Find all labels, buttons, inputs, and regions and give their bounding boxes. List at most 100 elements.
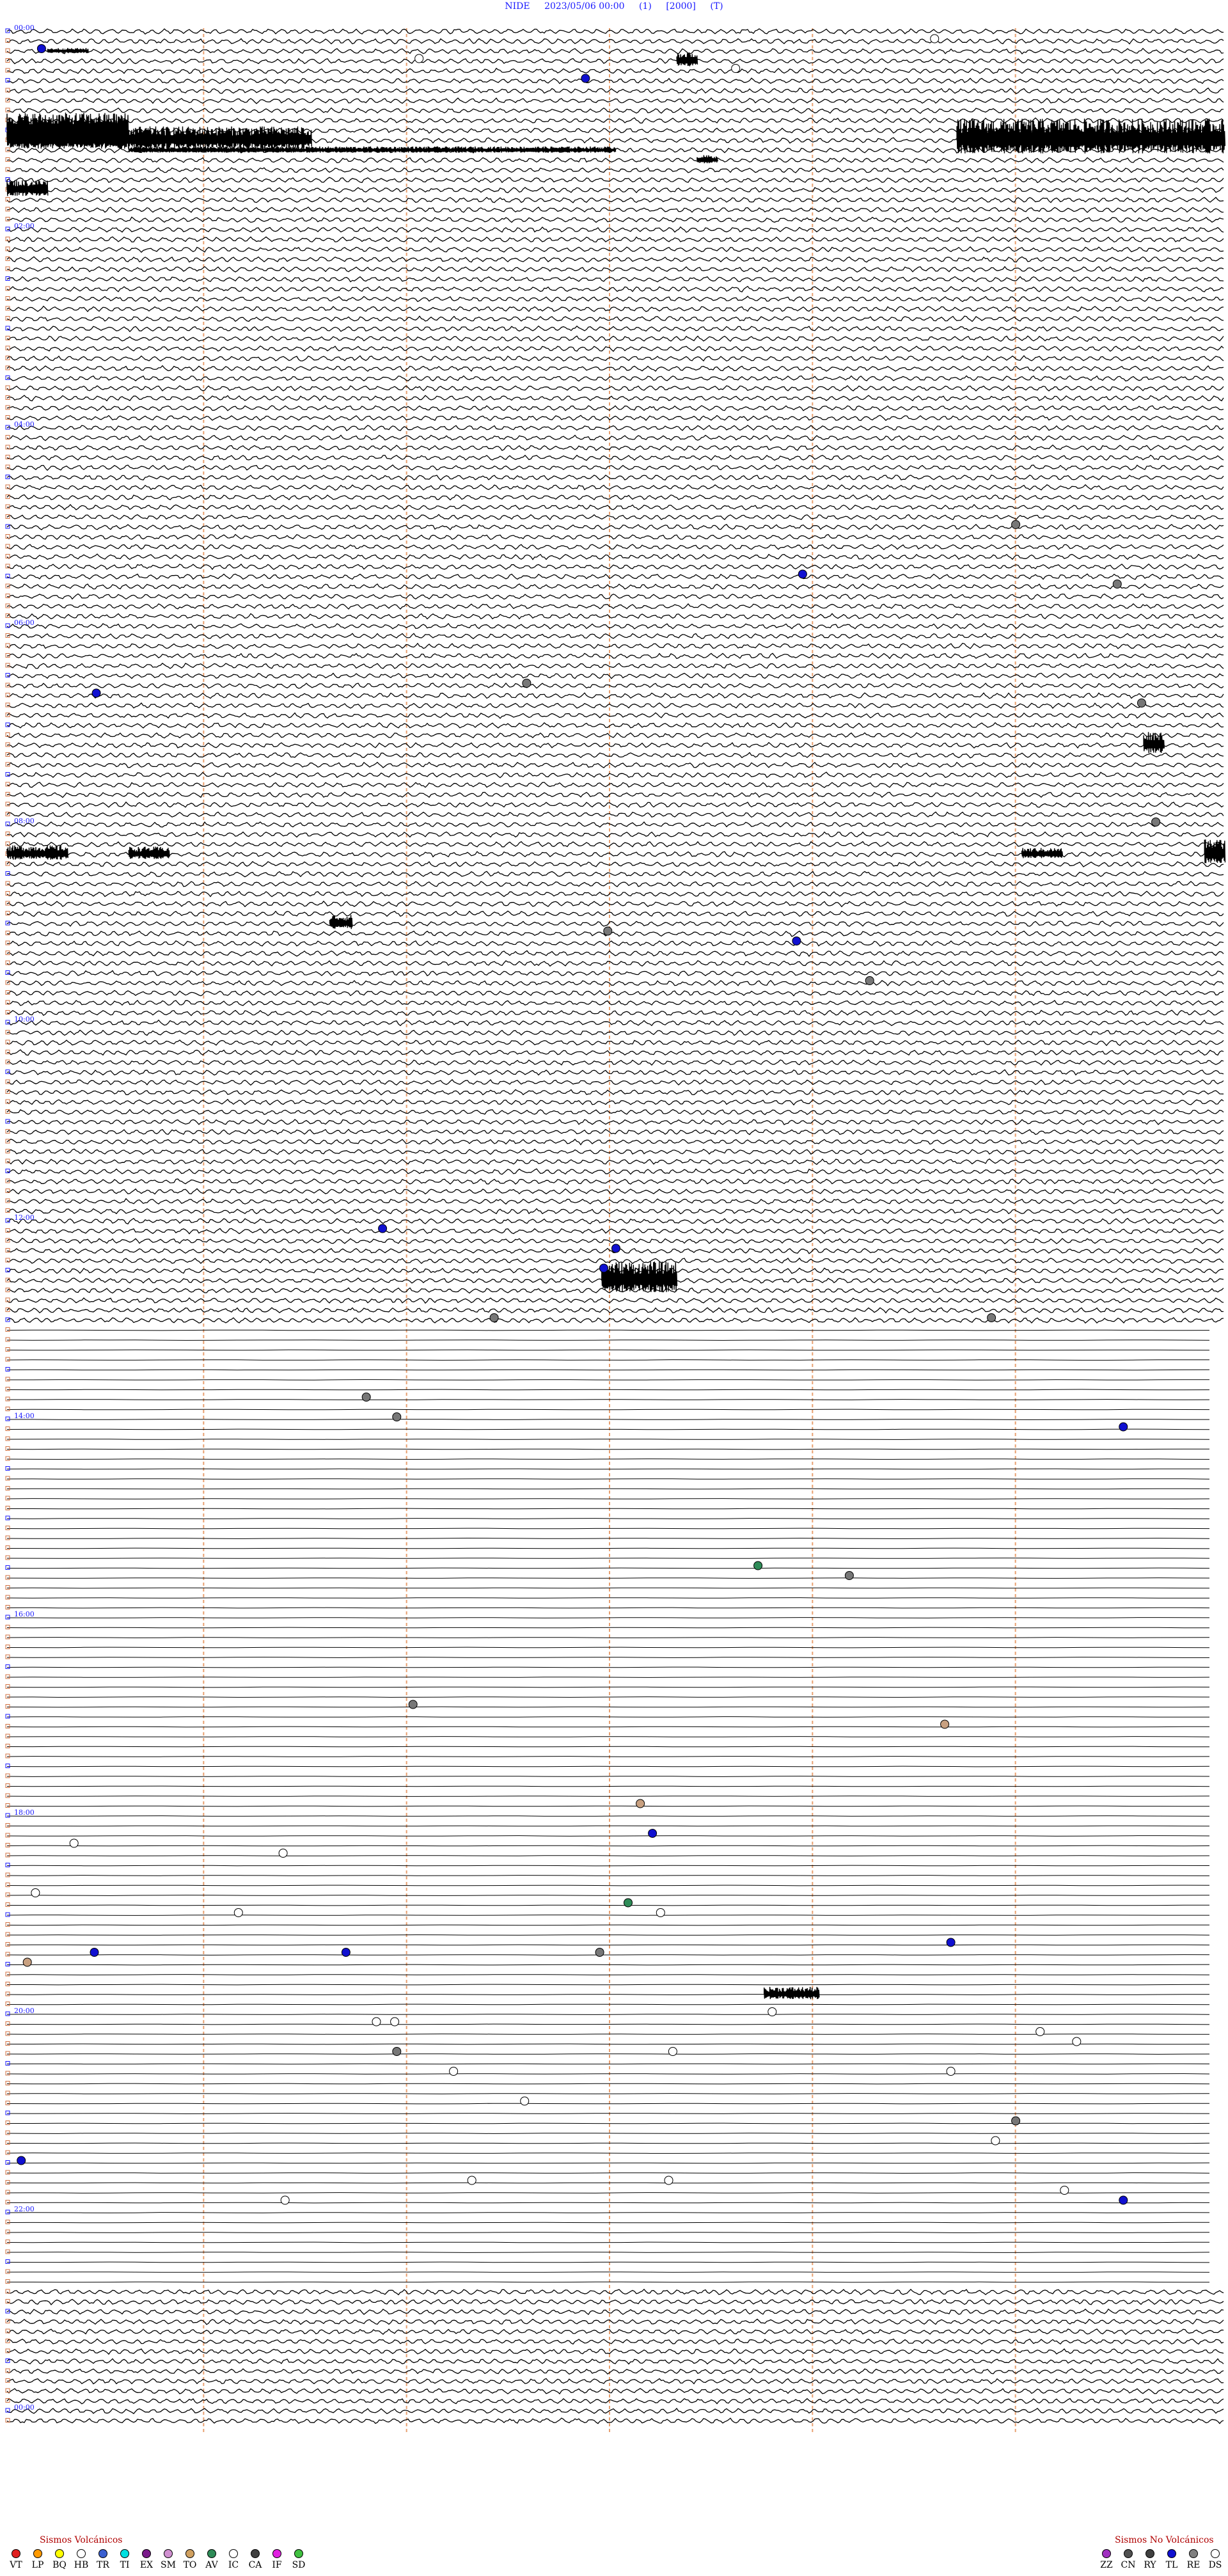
trace-row [6,732,1224,739]
event-marker[interactable] [1137,699,1146,707]
event-marker[interactable] [798,569,807,579]
event-marker[interactable] [946,2067,956,2076]
trace-row [6,1865,1210,1867]
trace-row [6,1845,1210,1847]
event-marker[interactable] [1060,2186,1069,2195]
event-marker[interactable] [656,1908,665,1917]
trace-row [6,1158,1224,1166]
trace-row [6,1647,1210,1648]
event-marker[interactable] [1119,1422,1128,1432]
event-marker[interactable] [581,74,590,83]
trace-row [6,1178,1224,1185]
event-marker[interactable] [341,1948,350,1957]
event-marker[interactable] [31,1888,40,1897]
event-marker[interactable] [522,679,531,688]
row-tick [5,1496,10,1501]
event-marker[interactable] [668,2047,677,2056]
event-marker[interactable] [390,2017,400,2027]
event-marker[interactable] [1151,818,1161,826]
event-marker[interactable] [611,1244,620,1253]
event-marker[interactable] [1112,580,1122,589]
event-marker[interactable] [599,1263,608,1273]
event-marker[interactable] [991,2136,1000,2145]
trace-row [6,1339,1210,1341]
row-tick [5,2051,10,2056]
event-marker[interactable] [69,1838,79,1848]
event-marker[interactable] [1072,2037,1082,2046]
event-marker[interactable] [91,688,101,698]
row-tick [5,2021,10,2026]
row-tick [5,1734,10,1739]
event-marker[interactable] [449,2067,459,2076]
event-marker[interactable] [1119,2195,1128,2205]
event-marker[interactable] [378,1224,388,1233]
event-marker[interactable] [753,1561,763,1570]
event-marker[interactable] [392,2047,402,2056]
trace-row [6,166,1224,173]
legend-code: LP [31,2560,44,2570]
trace-row [6,682,1224,689]
legend-nonvolcanic: Sismos No Volcánicos ZZ CN RY TL RE DS [1097,2535,1225,2570]
event-marker[interactable] [987,1313,996,1322]
event-marker[interactable] [520,2096,530,2106]
trace-row [6,633,1224,640]
event-marker[interactable] [865,976,874,985]
seismic-burst [1021,848,1064,858]
event-marker[interactable] [624,1898,633,1908]
trace-row [6,375,1224,382]
event-marker[interactable] [467,2176,476,2185]
event-marker[interactable] [233,1908,243,1917]
event-marker[interactable] [1011,520,1021,529]
row-tick [5,1962,10,1966]
event-marker[interactable] [930,34,940,43]
event-marker[interactable] [595,1948,604,1957]
event-marker[interactable] [731,64,741,73]
trace-row [6,921,1224,927]
event-marker[interactable] [36,44,46,53]
event-marker[interactable] [844,1571,854,1580]
event-marker[interactable] [940,1719,950,1729]
event-marker[interactable] [489,1313,499,1322]
event-marker[interactable] [408,1700,418,1709]
row-tick [5,1526,10,1530]
event-marker[interactable] [392,1412,402,1421]
trace-row [6,444,1224,452]
event-marker[interactable] [1011,2116,1021,2126]
event-marker[interactable] [767,2007,777,2016]
row-tick [5,2269,10,2274]
trace-row [6,1059,1224,1066]
trace-row [6,752,1224,759]
event-marker[interactable] [17,2156,26,2165]
trace-row [6,1317,1224,1324]
trace-row [6,1428,1210,1430]
row-tick [5,2110,10,2115]
legend-code: RY [1144,2560,1156,2570]
event-marker[interactable] [414,54,424,63]
trace-row [6,226,1224,233]
row-tick [5,940,10,945]
event-marker[interactable] [1035,2027,1045,2036]
event-marker[interactable] [278,1849,288,1858]
event-marker[interactable] [664,2176,673,2185]
trace-row [7,2122,1210,2124]
legend-code: BQ [52,2560,67,2570]
row-tick [5,1843,10,1847]
event-marker[interactable] [603,926,613,936]
event-marker[interactable] [280,2195,290,2205]
event-marker[interactable] [90,1948,99,1957]
legend-swatch [185,2549,194,2558]
event-marker[interactable] [636,1799,645,1808]
trace-row [6,1089,1224,1096]
event-marker[interactable] [946,1938,956,1947]
trace-row [6,2398,1224,2405]
event-marker[interactable] [22,1957,32,1967]
event-marker[interactable] [792,936,801,945]
trace-row [6,415,1224,422]
event-marker[interactable] [372,2017,381,2027]
trace-row [6,2023,1210,2025]
event-marker[interactable] [361,1393,371,1402]
row-tick [5,2160,10,2165]
event-marker[interactable] [648,1829,657,1838]
trace-row [6,1439,1210,1440]
row-tick [5,1357,10,1362]
